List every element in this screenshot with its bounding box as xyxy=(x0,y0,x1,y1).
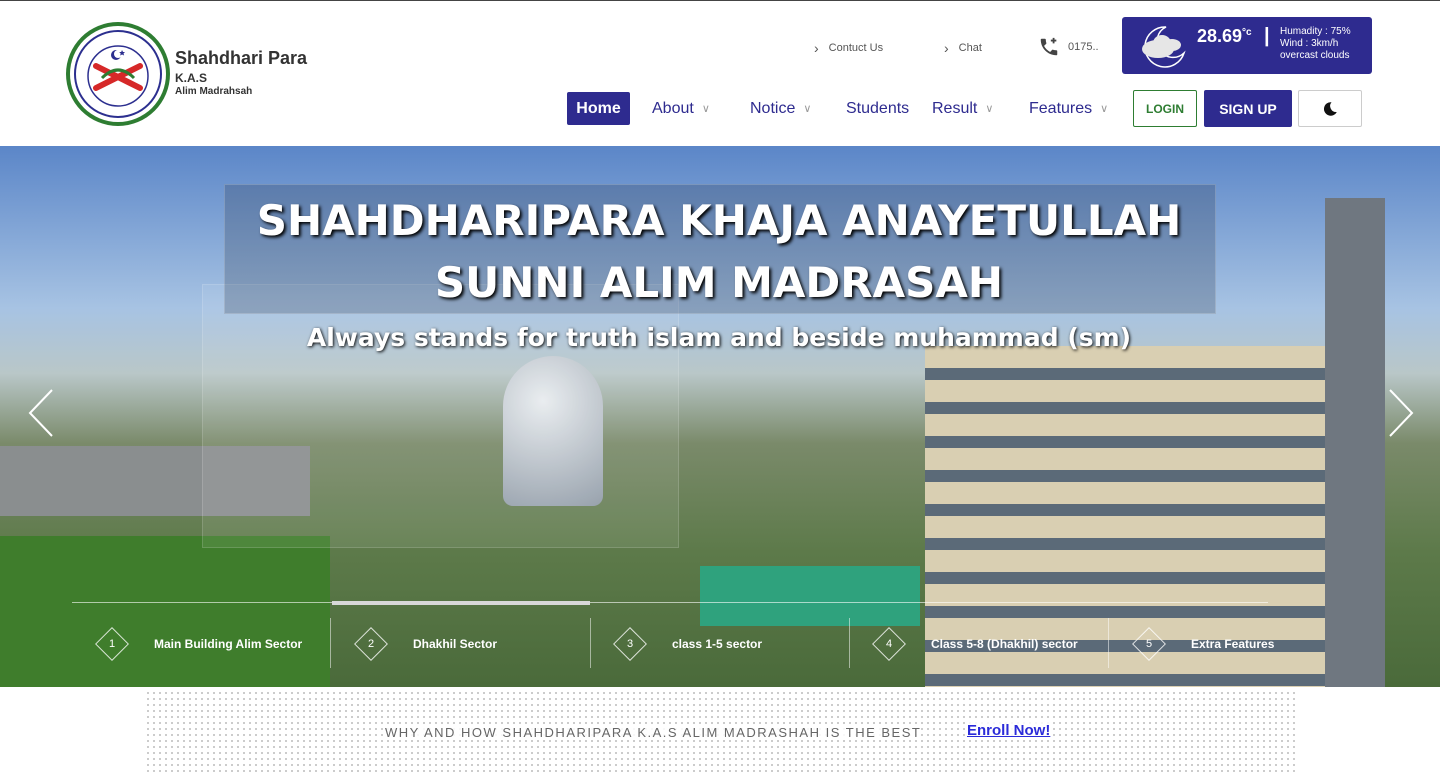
temperature-unit: °c xyxy=(1242,27,1252,38)
nav-result[interactable]: Result ∨ xyxy=(932,92,993,125)
top-border xyxy=(0,0,1440,1)
step-number-badge: 5 xyxy=(1132,627,1166,661)
nav-home[interactable]: Home xyxy=(567,92,630,125)
why-heading: WHY AND HOW SHAHDHARIPARA K.A.S ALIM MAD… xyxy=(385,725,922,740)
brand-name[interactable]: Shahdhari Para K.A.S Alim Madrahsah xyxy=(175,48,307,98)
weather-widget: 28.69°c | Humadity : 75% Wind : 3km/h ov… xyxy=(1122,17,1372,74)
logo-emblem-icon xyxy=(87,45,149,107)
hero-title-line1: SHAHDHARIPARA KHAJA ANAYETULLAH xyxy=(256,196,1182,245)
nav-about-label: About xyxy=(652,99,694,117)
nav-features[interactable]: Features ∨ xyxy=(1029,92,1108,125)
phone-link[interactable]: 0175.. xyxy=(1038,36,1099,58)
temperature-value: 28.69 xyxy=(1197,26,1243,46)
arrow-right-icon xyxy=(1389,389,1414,437)
step-number: 4 xyxy=(885,638,893,650)
step-number: 1 xyxy=(108,638,116,650)
slider-step-3[interactable]: 3 class 1-5 sector xyxy=(613,627,763,661)
enroll-now-link[interactable]: Enroll Now! xyxy=(967,722,1051,739)
arrow-left-icon xyxy=(28,389,53,437)
phone-number: 0175.. xyxy=(1068,41,1099,53)
contact-us-label: Contuct Us xyxy=(828,42,884,54)
nav-result-label: Result xyxy=(932,99,978,117)
dark-mode-toggle[interactable] xyxy=(1298,90,1362,127)
nav-notice-label: Notice xyxy=(750,99,796,117)
hero-bg-field xyxy=(0,536,330,687)
step-divider xyxy=(590,618,591,668)
nav-home-label: Home xyxy=(576,99,621,117)
nav-features-label: Features xyxy=(1029,99,1093,117)
hero-subtitle: Always stands for truth islam and beside… xyxy=(306,323,1132,352)
chevron-down-icon: ∨ xyxy=(803,103,812,115)
step-divider xyxy=(330,618,331,668)
step-divider xyxy=(849,618,850,668)
nav-about[interactable]: About ∨ xyxy=(652,92,710,125)
contact-us-link[interactable]: › Contuct Us xyxy=(814,40,883,56)
chevron-right-icon: › xyxy=(944,40,949,56)
step-label: Dhakhil Sector xyxy=(413,637,498,651)
chevron-right-icon: › xyxy=(814,40,819,56)
temperature: 28.69°c xyxy=(1197,26,1252,47)
chat-link[interactable]: › Chat xyxy=(944,40,982,56)
nav-students-label: Students xyxy=(846,99,910,117)
slider-step-5[interactable]: 5 Extra Features xyxy=(1132,627,1275,661)
humidity: Humadity : 75% xyxy=(1280,26,1351,37)
slider-step-4[interactable]: 4 Class 5-8 (Dhakhil) sector xyxy=(872,627,1078,661)
step-divider xyxy=(1108,618,1109,668)
weather-details: Humadity : 75% Wind : 3km/h overcast clo… xyxy=(1280,26,1351,62)
step-number: 5 xyxy=(1145,638,1153,650)
weather-separator: | xyxy=(1264,25,1270,47)
step-label: Main Building Alim Sector xyxy=(154,637,303,651)
step-number-badge: 4 xyxy=(872,627,906,661)
brand-line1: Shahdhari Para xyxy=(175,48,308,68)
weather-condition: overcast clouds xyxy=(1280,50,1350,61)
slider-progress-active xyxy=(332,601,590,605)
step-number-badge: 2 xyxy=(354,627,388,661)
wind: Wind : 3km/h xyxy=(1280,38,1339,49)
step-number-badge: 3 xyxy=(613,627,647,661)
slider-progress-track xyxy=(72,602,1268,603)
brand-line3: Alim Madrahsah xyxy=(175,86,253,97)
hero-bg-roof xyxy=(700,566,920,626)
brand-line2: K.A.S xyxy=(175,71,208,85)
cloud-moon-icon xyxy=(1142,26,1185,68)
hero-bg-tower xyxy=(1325,198,1385,687)
hero-slider: SHAHDHARIPARA KHAJA ANAYETULLAH SUNNI AL… xyxy=(0,146,1440,687)
signup-button[interactable]: SIGN UP xyxy=(1204,90,1292,127)
step-label: Class 5-8 (Dhakhil) sector xyxy=(931,637,1078,651)
hero-title: SHAHDHARIPARA KHAJA ANAYETULLAH SUNNI AL… xyxy=(224,190,1214,314)
phone-plus-icon xyxy=(1040,37,1058,56)
madrasah-logo[interactable] xyxy=(66,22,170,126)
slider-step-2[interactable]: 2 Dhakhil Sector xyxy=(354,627,498,661)
hero-title-line2: SUNNI ALIM MADRASAH xyxy=(434,258,1004,307)
slider-step-1[interactable]: 1 Main Building Alim Sector xyxy=(95,627,303,661)
step-label: class 1-5 sector xyxy=(672,637,763,651)
moon-icon xyxy=(1323,101,1337,116)
chevron-down-icon: ∨ xyxy=(985,103,994,115)
slider-prev-button[interactable] xyxy=(26,388,56,438)
step-number-badge: 1 xyxy=(95,627,129,661)
nav-students[interactable]: Students xyxy=(846,92,909,125)
step-number: 2 xyxy=(367,638,375,650)
step-label: Extra Features xyxy=(1191,637,1275,651)
chevron-down-icon: ∨ xyxy=(701,103,710,115)
nav-notice[interactable]: Notice ∨ xyxy=(750,92,811,125)
login-button[interactable]: LOGIN xyxy=(1133,90,1197,127)
chat-label: Chat xyxy=(958,42,982,54)
step-number: 3 xyxy=(626,638,634,650)
slider-next-button[interactable] xyxy=(1386,388,1416,438)
chevron-down-icon: ∨ xyxy=(1100,103,1109,115)
